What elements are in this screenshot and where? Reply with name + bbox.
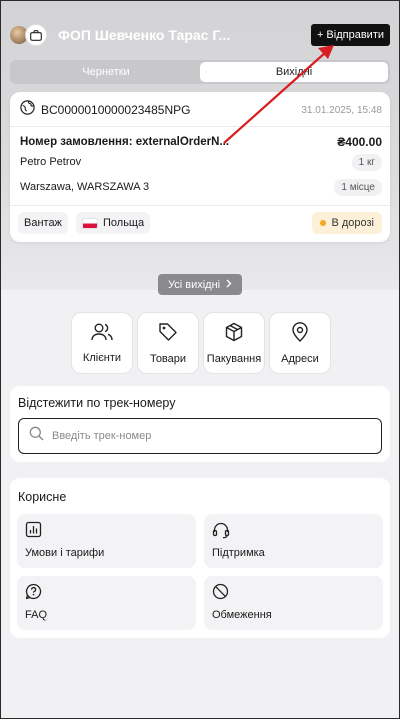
useful-card: Корисне Умови і тарифи Підтримка FAQ Обм… [10, 478, 390, 638]
country-label: Польща [103, 217, 145, 229]
search-icon [29, 426, 44, 446]
organization-name[interactable]: ФОП Шевченко Тарас Г... [58, 27, 268, 43]
app-header: ФОП Шевченко Тарас Г... + Відправити [10, 22, 392, 50]
useful-item-label: FAQ [25, 609, 48, 621]
chevron-right-icon [226, 279, 232, 291]
useful-item-faq[interactable]: FAQ [17, 576, 196, 630]
divider [10, 126, 390, 127]
block-icon [212, 583, 229, 605]
tracking-search-field[interactable] [18, 418, 382, 454]
map-pin-icon [291, 321, 309, 347]
quick-action-label: Клієнти [82, 351, 122, 364]
globe-icon [20, 100, 35, 120]
shipment-card[interactable]: BC0000010000023485NPG 31.01.2025, 15:48 … [10, 92, 390, 242]
status-dot-icon [320, 220, 327, 226]
tracking-card: Відстежити по трек-номеру [10, 386, 390, 462]
useful-item-restrictions[interactable]: Обмеження [204, 576, 383, 630]
quick-action-products[interactable]: Товари [137, 312, 199, 374]
all-outgoing-label: Усі вихідні [168, 278, 221, 291]
tab-drafts[interactable]: Чернетки [12, 62, 200, 82]
useful-title: Корисне [18, 490, 67, 504]
cargo-type-label: Вантаж [24, 217, 62, 229]
divider [10, 205, 390, 206]
recipient-name: Petro Petrov [20, 156, 82, 168]
poland-flag-icon [82, 217, 98, 229]
tab-outgoing[interactable]: Вихідні [200, 62, 388, 82]
quick-action-addresses[interactable]: Адреси [269, 312, 331, 374]
places-pill: 1 місце [334, 178, 382, 196]
cargo-type-tag: Вантаж [18, 212, 68, 234]
box-icon [224, 322, 244, 347]
useful-item-label: Обмеження [212, 609, 272, 621]
weight-pill: 1 кг [351, 153, 382, 171]
status-badge: В дорозі [312, 212, 382, 234]
status-label: В дорозі [331, 217, 374, 229]
headset-icon [212, 521, 230, 544]
tracking-number: BC0000010000023485NPG [41, 103, 191, 117]
quick-action-clients[interactable]: Клієнти [71, 312, 133, 374]
shipment-price: ₴400.00 [337, 135, 382, 149]
quick-action-label: Адреси [281, 352, 319, 365]
order-number: Номер замовлення: externalOrderN... [20, 136, 230, 148]
useful-item-tariffs[interactable]: Умови і тарифи [17, 514, 196, 568]
quick-action-label: Товари [149, 352, 187, 365]
users-icon [91, 323, 113, 346]
briefcase-icon[interactable] [25, 24, 47, 46]
chart-bar-icon [25, 521, 42, 543]
useful-item-label: Підтримка [212, 547, 265, 559]
tracking-search-input[interactable] [52, 430, 352, 442]
shipment-date: 31.01.2025, 15:48 [301, 104, 382, 116]
quick-action-packaging[interactable]: Пакування [203, 312, 265, 374]
send-button[interactable]: + Відправити [310, 24, 390, 46]
tag-icon [158, 322, 178, 347]
useful-item-label: Умови і тарифи [25, 547, 105, 559]
recipient-address: Warszawa, WARSZAWA 3 [20, 181, 150, 193]
shipment-tabs: Чернетки Вихідні [10, 60, 390, 84]
all-outgoing-button[interactable]: Усі вихідні [158, 274, 243, 295]
question-icon [25, 583, 42, 605]
tracking-title: Відстежити по трек-номеру [18, 396, 176, 410]
quick-action-label: Пакування [206, 352, 262, 365]
country-tag: Польща [76, 212, 151, 234]
useful-item-support[interactable]: Підтримка [204, 514, 383, 568]
card-stack-shadow [26, 244, 376, 256]
